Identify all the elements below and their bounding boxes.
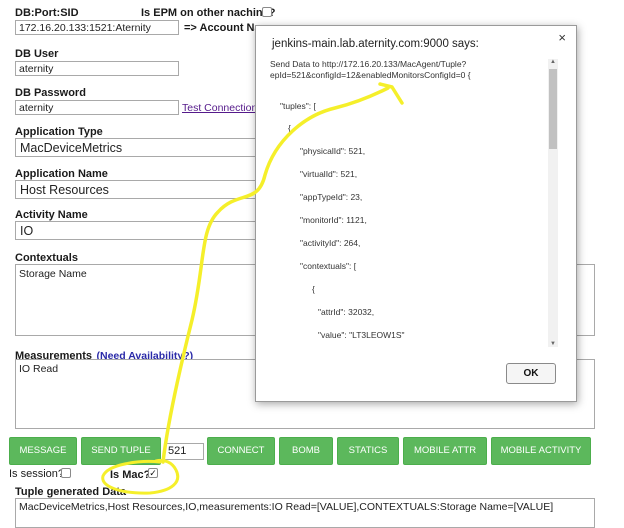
dialog-scrollbar[interactable]: ▲ ▼ <box>548 59 558 347</box>
json-line: "activityId": 264, <box>300 238 361 248</box>
db-port-sid-input[interactable]: 172.16.20.133:1521:Aternity <box>15 20 179 35</box>
application-name-input[interactable]: Host Resources <box>15 180 259 199</box>
json-line: { <box>312 284 315 294</box>
json-line: "virtualId": 521, <box>300 169 358 179</box>
bomb-button[interactable]: BOMB <box>279 437 333 465</box>
tuple-count-input[interactable]: 521 <box>164 443 204 460</box>
test-connection-link[interactable]: Test Connection <box>182 102 257 114</box>
epm-label: Is EPM on other nachine? <box>141 7 276 19</box>
is-mac-checkbox[interactable]: ✓ <box>148 468 158 478</box>
dialog-message-line1: Send Data to http://172.16.20.133/MacAge… <box>270 59 467 69</box>
dialog-title: jenkins-main.lab.aternity.com:9000 says: <box>272 38 479 50</box>
json-line: { <box>288 123 291 133</box>
json-line: "contextuals": [ <box>300 261 357 271</box>
scroll-up-icon[interactable]: ▲ <box>548 59 558 65</box>
application-type-input[interactable]: MacDeviceMetrics <box>15 138 259 157</box>
dialog-message: Send Data to http://172.16.20.133/MacAge… <box>270 59 540 81</box>
account-label: => Account Na <box>184 22 261 34</box>
scrollbar-thumb[interactable] <box>549 69 557 149</box>
db-port-sid-label: DB:Port:SID <box>15 7 79 19</box>
mobile-attr-button[interactable]: MOBILE ATTR <box>403 437 487 465</box>
dialog-message-line2: epId=521&configId=12&enabledMonitorsConf… <box>270 70 471 80</box>
is-session-checkbox[interactable] <box>61 468 71 478</box>
dialog-json-content: "tuples": [ { "physicalId": 521, "virtua… <box>256 101 546 346</box>
ok-button[interactable]: OK <box>506 363 556 384</box>
tuple-generated-textarea[interactable]: MacDeviceMetrics,Host Resources,IO,measu… <box>15 498 595 528</box>
application-type-label: Application Type <box>15 126 103 138</box>
application-name-label: Application Name <box>15 168 108 180</box>
activity-name-label: Activity Name <box>15 209 88 221</box>
is-mac-label: Is Mac? <box>110 469 151 481</box>
send-tuple-button[interactable]: SEND TUPLE <box>81 437 161 465</box>
json-line: "appTypeId": 23, <box>300 192 363 202</box>
epm-checkbox[interactable] <box>262 7 272 17</box>
db-password-input[interactable]: aternity <box>15 100 179 115</box>
statics-button[interactable]: STATICS <box>337 437 399 465</box>
alert-dialog: jenkins-main.lab.aternity.com:9000 says:… <box>255 25 577 402</box>
json-line: "physicalId": 521, <box>300 146 366 156</box>
activity-name-input[interactable]: IO <box>15 221 259 240</box>
db-user-input[interactable]: aternity <box>15 61 179 76</box>
json-line: "value": "LT3LEOW1S" <box>318 330 405 340</box>
tuple-generated-label: Tuple generated Data <box>15 486 127 498</box>
contextuals-label: Contextuals <box>15 252 78 264</box>
close-icon[interactable]: × <box>558 30 566 45</box>
db-password-label: DB Password <box>15 87 86 99</box>
mobile-activity-button[interactable]: MOBILE ACTIVITY <box>491 437 591 465</box>
json-line: "monitorId": 1121, <box>300 215 367 225</box>
db-user-label: DB User <box>15 48 59 60</box>
scroll-down-icon[interactable]: ▼ <box>548 341 558 347</box>
connect-button[interactable]: CONNECT <box>207 437 275 465</box>
json-line: "attrId": 32032, <box>318 307 375 317</box>
message-button[interactable]: MESSAGE <box>9 437 77 465</box>
json-line: "tuples": [ <box>280 101 316 111</box>
is-session-label: Is session? <box>9 468 65 480</box>
